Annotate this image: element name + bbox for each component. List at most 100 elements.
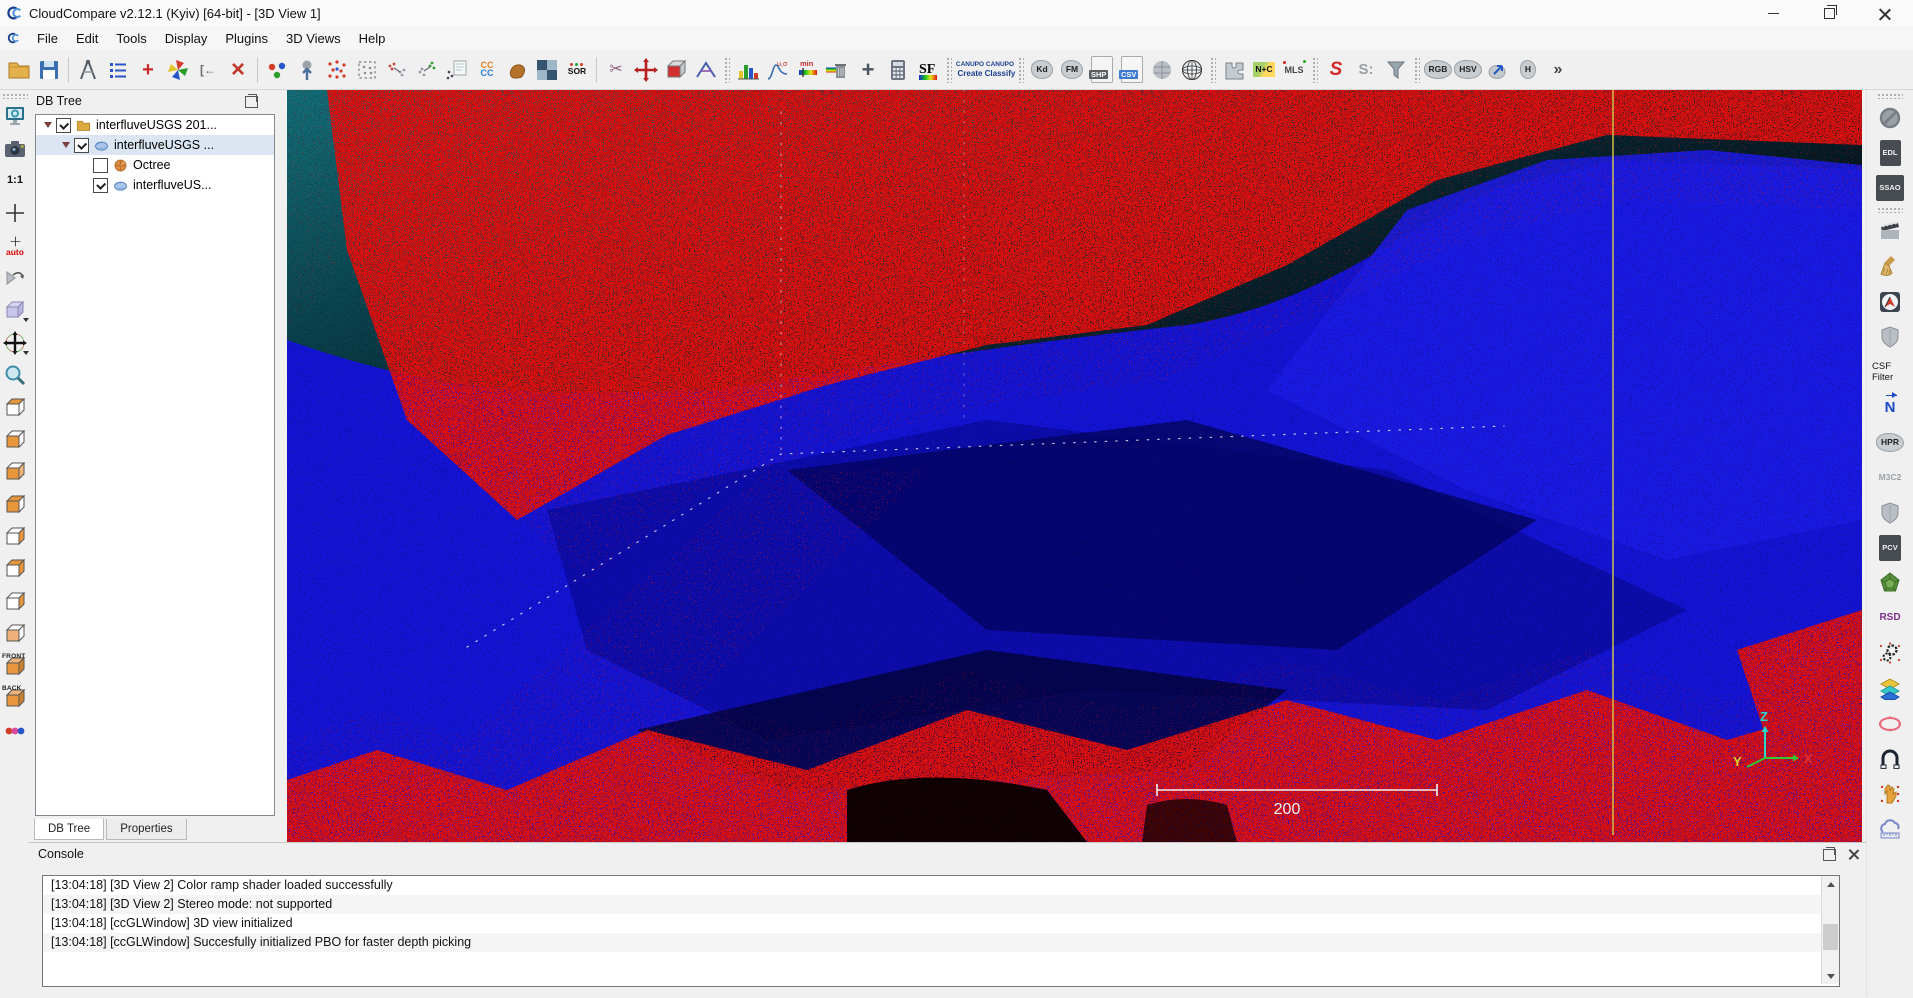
- dock-tab-properties[interactable]: Properties: [106, 819, 186, 840]
- plugins-puzzle-button[interactable]: [1219, 54, 1249, 86]
- perspective-button[interactable]: [2, 297, 28, 323]
- histogram-button[interactable]: [733, 54, 763, 86]
- mls-smoothing-button[interactable]: MLS: [1279, 54, 1309, 86]
- segment-scissors-button[interactable]: ✂: [601, 54, 631, 86]
- view-iso1-button[interactable]: [2, 492, 28, 518]
- tree-checkbox[interactable]: [93, 178, 108, 193]
- zoom-1-1-button[interactable]: 1:1: [2, 168, 28, 194]
- shield2-button[interactable]: [1872, 498, 1908, 528]
- tree-expander-icon[interactable]: [62, 142, 70, 148]
- clean-broom-button[interactable]: [1872, 251, 1908, 281]
- point-pair-align-button[interactable]: [442, 54, 472, 86]
- ransac-shape-detection-button[interactable]: RSD: [1872, 603, 1908, 633]
- view-bottom-button[interactable]: [2, 621, 28, 647]
- delete-button[interactable]: ×: [223, 54, 253, 86]
- compass-plugin-button[interactable]: [1872, 287, 1908, 317]
- zoom-fit-button[interactable]: [2, 362, 28, 388]
- point-list-picking-button[interactable]: [103, 54, 133, 86]
- view-top-button[interactable]: [2, 395, 28, 421]
- translate-rotate-button[interactable]: [631, 54, 661, 86]
- auto-pick-center-button[interactable]: auto: [2, 233, 28, 259]
- hpr-button[interactable]: HPR: [1872, 427, 1908, 457]
- register-rough-button[interactable]: [382, 54, 412, 86]
- menu-plugins[interactable]: Plugins: [216, 26, 277, 50]
- filter-by-value-button[interactable]: [823, 54, 853, 86]
- tree-row[interactable]: interfluveUSGS ...: [36, 135, 274, 155]
- register-fine-button[interactable]: [412, 54, 442, 86]
- view-back-button[interactable]: [2, 556, 28, 582]
- toolbar-overflow-button[interactable]: »: [1543, 54, 1573, 86]
- menu-help[interactable]: Help: [350, 26, 395, 50]
- menu-3d-views[interactable]: 3D Views: [277, 26, 350, 50]
- sf-arithmetic-button[interactable]: +: [853, 54, 883, 86]
- edl-filter-button[interactable]: EDL: [1872, 138, 1908, 168]
- menu-tools[interactable]: Tools: [107, 26, 155, 50]
- polyline-tracing-button[interactable]: S: [1321, 54, 1351, 86]
- menu-display[interactable]: Display: [156, 26, 217, 50]
- normals-n-button[interactable]: N: [1872, 392, 1908, 422]
- minimize-button[interactable]: [1745, 0, 1801, 26]
- clone-button[interactable]: [262, 54, 292, 86]
- pick-rotation-center-button[interactable]: [2, 200, 28, 226]
- sf-calculator-button[interactable]: [883, 54, 913, 86]
- globe-tool-button[interactable]: [1177, 54, 1207, 86]
- contour-ellipse-button[interactable]: [1872, 709, 1908, 739]
- scroll-up-button[interactable]: [1822, 876, 1839, 892]
- rotate-view-button[interactable]: [2, 265, 28, 291]
- view-iso2-button[interactable]: [2, 589, 28, 615]
- sphere-tool-button[interactable]: [1147, 54, 1177, 86]
- rgb-filter-button[interactable]: RGB: [1423, 54, 1453, 86]
- tree-checkbox[interactable]: [93, 158, 108, 173]
- set-colors-button[interactable]: [163, 54, 193, 86]
- icp-register-button[interactable]: CCCC: [472, 54, 502, 86]
- menu-file[interactable]: File: [28, 26, 67, 50]
- canupo-create-button[interactable]: CANUPOCreate: [955, 54, 985, 86]
- menu-edit[interactable]: Edit: [67, 26, 107, 50]
- facets-fm-button[interactable]: FM: [1057, 54, 1087, 86]
- save-button[interactable]: [34, 54, 64, 86]
- view-back-labeled-button[interactable]: BACK: [2, 686, 28, 712]
- csv-export-button[interactable]: CSV: [1117, 54, 1147, 86]
- view-front-button[interactable]: [2, 427, 28, 453]
- tree-expander-icon[interactable]: [44, 122, 52, 128]
- scroll-down-button[interactable]: [1822, 968, 1839, 984]
- csf-shield-button[interactable]: [1872, 322, 1908, 352]
- interpolate-checker-button[interactable]: [532, 54, 562, 86]
- open-button[interactable]: [4, 54, 34, 86]
- facets-dodecahedron-button[interactable]: [1872, 568, 1908, 598]
- tree-row[interactable]: Octree: [36, 155, 274, 175]
- sections-button[interactable]: S:: [1351, 54, 1381, 86]
- facet-layers-button[interactable]: [1872, 674, 1908, 704]
- global-shift-button[interactable]: [73, 54, 103, 86]
- scroll-thumb[interactable]: [1823, 924, 1838, 950]
- cloud-ruler-button[interactable]: [1872, 814, 1908, 844]
- close-entity-button[interactable]: [←: [193, 54, 223, 86]
- shp-export-button[interactable]: SHP: [1087, 54, 1117, 86]
- extract-sections-button[interactable]: [1381, 54, 1411, 86]
- cross-section-button[interactable]: [691, 54, 721, 86]
- view-front-labeled-button[interactable]: FRONT: [2, 654, 28, 680]
- animation-button[interactable]: [1872, 216, 1908, 246]
- view-right-button[interactable]: [2, 524, 28, 550]
- gears-plugin-button[interactable]: [1872, 638, 1908, 668]
- viewport-3d[interactable]: 200 Z X Y: [287, 90, 1862, 842]
- tree-checkbox[interactable]: [74, 138, 89, 153]
- console-close-button[interactable]: [1848, 848, 1860, 860]
- clipping-box-button[interactable]: [661, 54, 691, 86]
- tree-checkbox[interactable]: [56, 118, 71, 133]
- show-sf-button[interactable]: [913, 54, 943, 86]
- kd-tree-button[interactable]: Kd: [1027, 54, 1057, 86]
- octree-button[interactable]: [352, 54, 382, 86]
- display-options-button[interactable]: [2, 103, 28, 129]
- mesh-delaunay-button[interactable]: [502, 54, 532, 86]
- ssao-filter-button[interactable]: SSAO: [1872, 173, 1908, 203]
- close-button[interactable]: [1857, 0, 1913, 26]
- hoop-plugin-button[interactable]: [1872, 744, 1908, 774]
- dock-tab-db-tree[interactable]: DB Tree: [34, 818, 104, 840]
- view-left-button[interactable]: [2, 459, 28, 485]
- m3c2-button[interactable]: M3C2: [1872, 462, 1908, 492]
- subsample-button[interactable]: [322, 54, 352, 86]
- hand-picker-button[interactable]: [1872, 779, 1908, 809]
- tree-row[interactable]: interfluveUS...: [36, 175, 274, 195]
- pcv-button[interactable]: PCV: [1872, 533, 1908, 563]
